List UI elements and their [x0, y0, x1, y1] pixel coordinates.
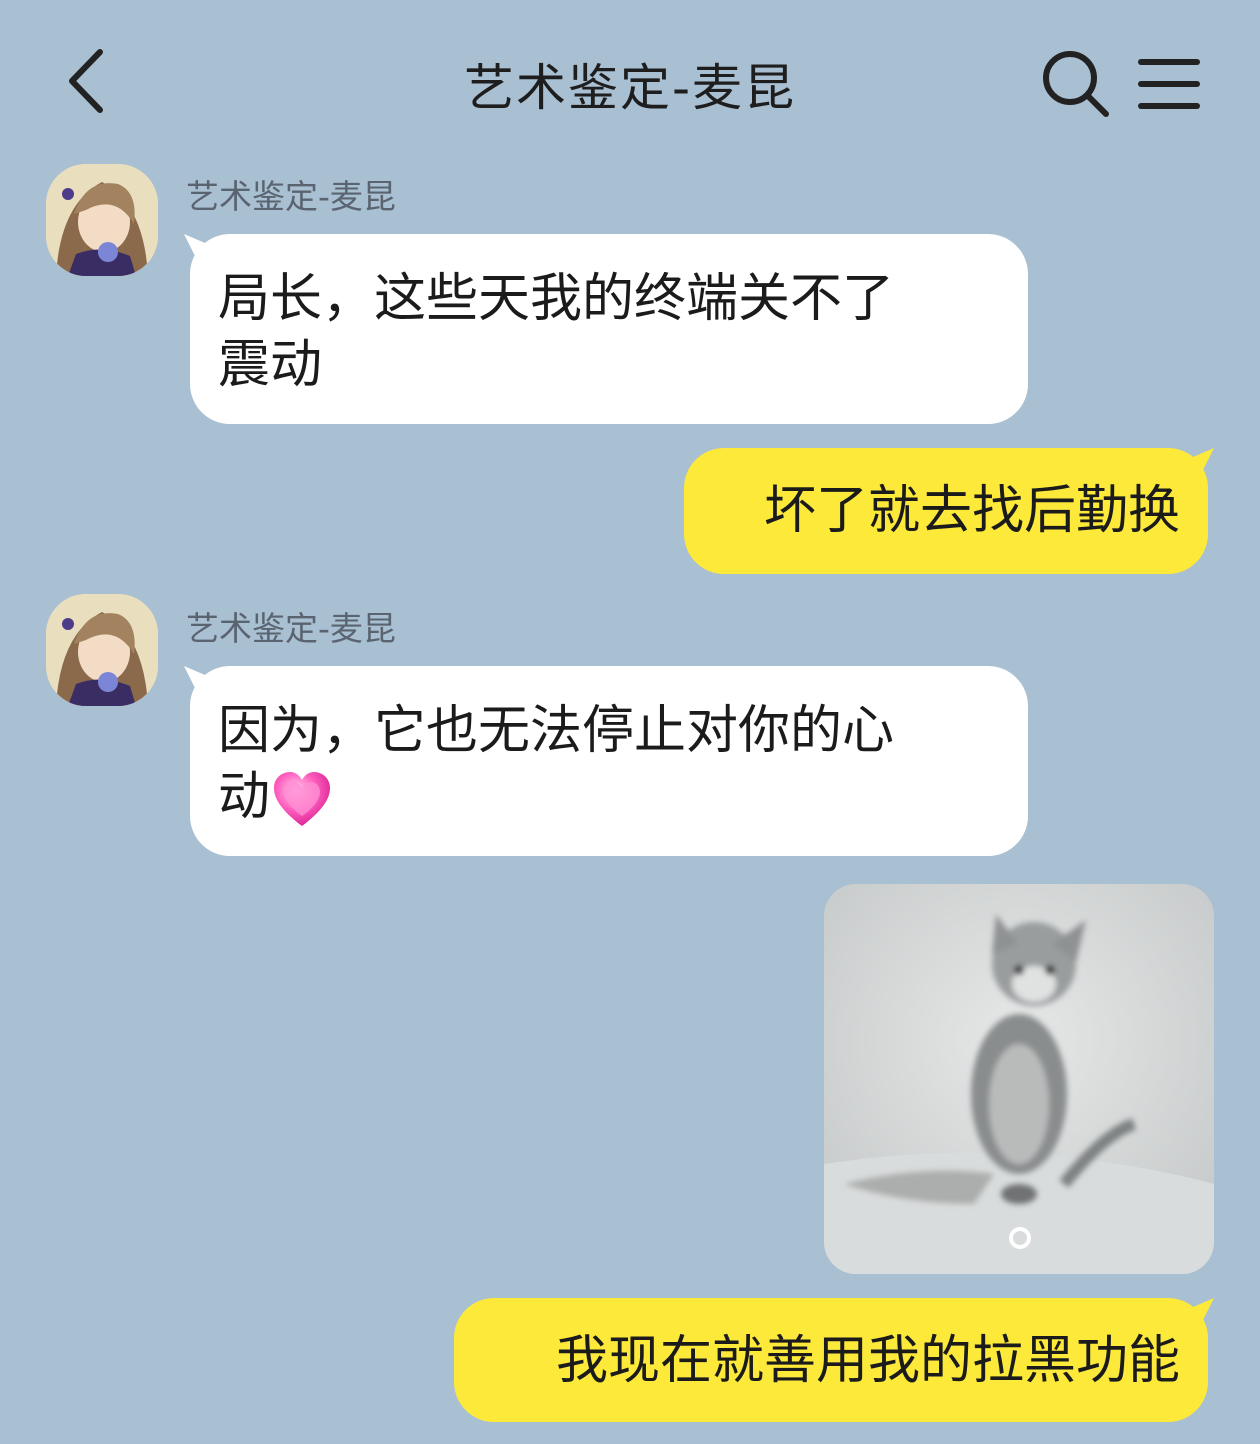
- cat-photo[interactable]: [824, 884, 1214, 1274]
- message-bubble-incoming[interactable]: 因为，它也无法停止对你的心 动: [190, 666, 1028, 856]
- message-bubble-incoming[interactable]: 局长，这些天我的终端关不了 震动: [190, 234, 1028, 424]
- message-text-line: 动: [218, 767, 271, 827]
- chat-title: 艺术鉴定-麦昆: [463, 59, 797, 117]
- avatar[interactable]: [46, 594, 158, 706]
- avatar-portrait-icon: [46, 164, 158, 276]
- message-bubble-outgoing[interactable]: 我现在就善用我的拉黑功能: [454, 1298, 1208, 1422]
- sender-name: 艺术鉴定-麦昆: [186, 177, 396, 216]
- cat-photo-icon: [824, 884, 1214, 1274]
- message-text-line: 震动: [218, 335, 323, 395]
- message-bubble-outgoing[interactable]: 坏了就去找后勤换: [684, 448, 1208, 574]
- avatar-portrait-icon: [46, 594, 158, 706]
- pink-heart-icon: [274, 772, 331, 826]
- message-text: 坏了就去找后勤换: [763, 481, 1180, 541]
- message-text: 我现在就善用我的拉黑功能: [555, 1331, 1180, 1391]
- message-text-line: 局长，这些天我的终端关不了: [218, 269, 895, 329]
- message-text-line: 因为，它也无法停止对你的心: [218, 701, 895, 761]
- menu-icon[interactable]: [1138, 56, 1200, 112]
- chat-header: 艺术鉴定-麦昆: [0, 0, 1260, 160]
- search-icon[interactable]: [1040, 48, 1112, 120]
- avatar[interactable]: [46, 164, 158, 276]
- sender-name: 艺术鉴定-麦昆: [186, 609, 396, 648]
- back-chevron-icon[interactable]: [58, 46, 118, 116]
